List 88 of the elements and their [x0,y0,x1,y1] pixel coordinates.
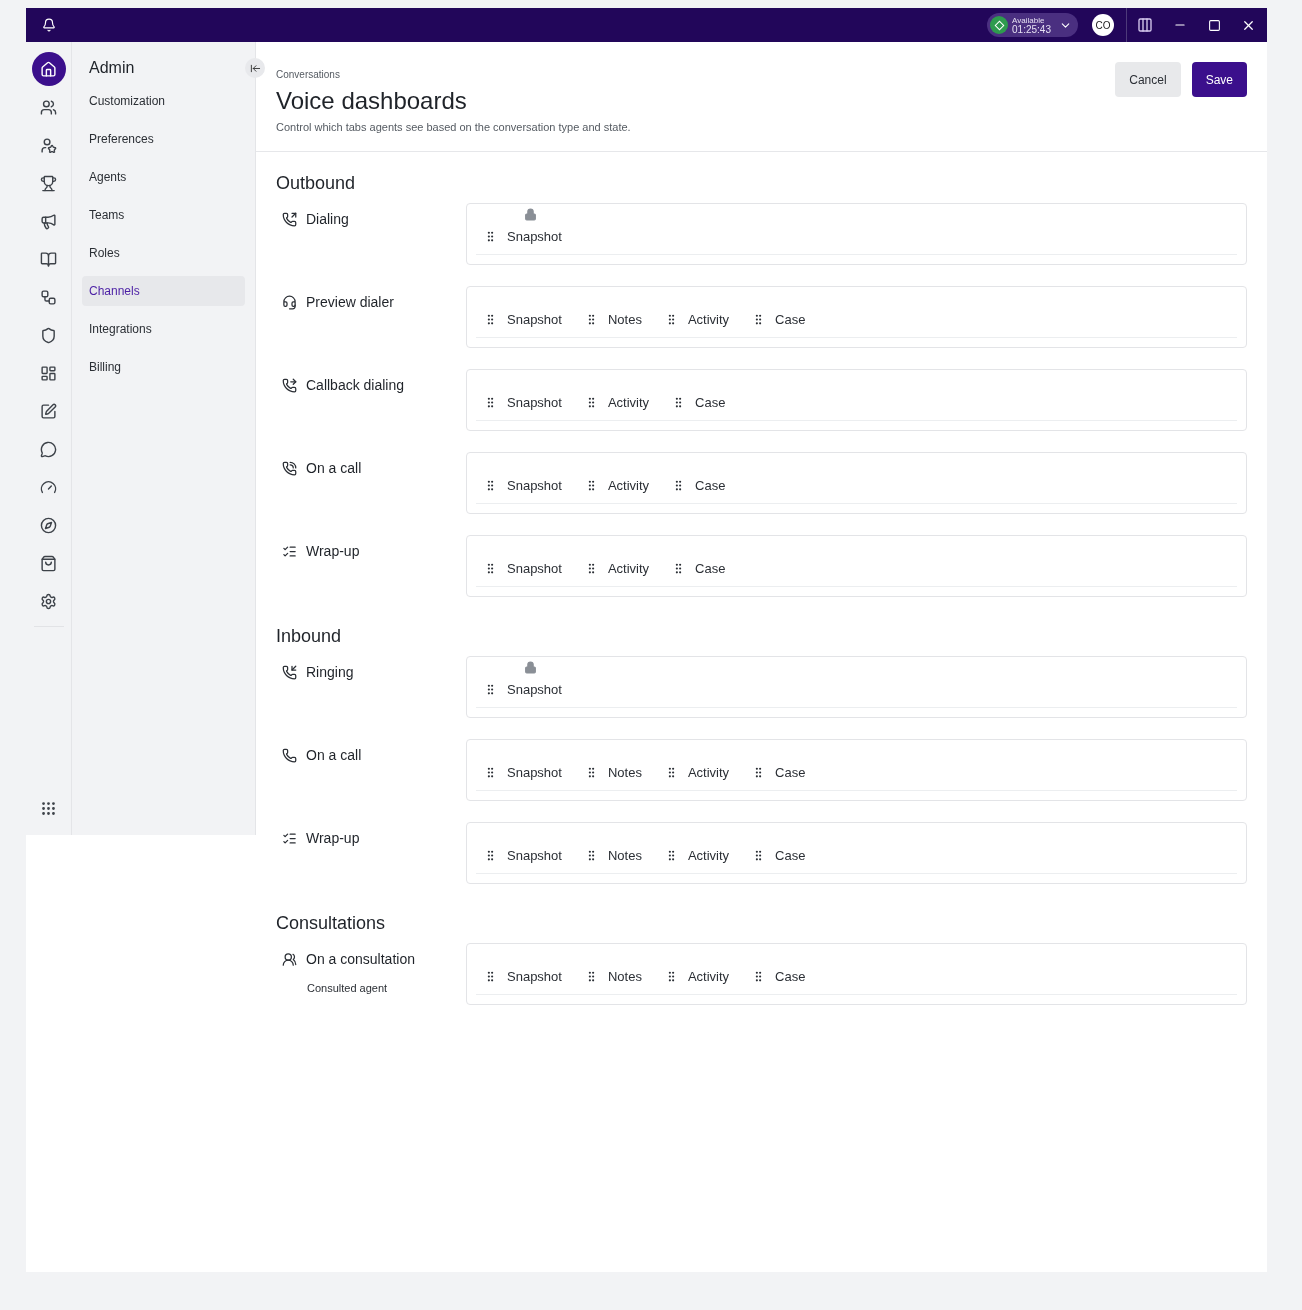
tab-label[interactable]: Notes [607,309,642,329]
collapse-button[interactable] [245,58,265,78]
status-timer: 01:25:43 [1012,25,1051,34]
state-label: Wrap-up [306,829,360,848]
sidebar-item[interactable]: Preferences [82,124,245,154]
bag-icon [40,554,57,572]
tab-label[interactable]: Snapshot [507,966,562,986]
tab-label[interactable]: Notes [607,845,642,865]
home-icon [40,60,57,78]
phone-call-icon [282,461,297,476]
tab-label[interactable]: Snapshot [507,762,562,782]
tab-label[interactable]: Activity [607,475,650,495]
cancel-button[interactable]: Cancel [1115,62,1181,97]
state-label: Preview dialer [306,293,394,312]
collapse-icon [249,62,261,74]
tab-label[interactable]: Snapshot [507,558,562,578]
state-label: Callback dialing [306,376,405,395]
sidebar-item[interactable]: Roles [82,238,245,268]
tab-label[interactable]: Activity [687,966,730,986]
tab-label[interactable]: Activity [607,392,650,412]
rail-item[interactable] [31,52,66,86]
sidebar-item[interactable]: Integrations [82,314,245,344]
flow-icon [40,288,57,306]
tab-label[interactable]: Activity [687,845,730,865]
tab-label[interactable]: Snapshot [507,679,562,699]
megaphone-icon [40,212,57,230]
page-title: Voice dashboards [276,86,468,116]
list-check-icon [282,831,297,846]
phone-outgoing-icon [282,212,297,227]
tab-label[interactable]: Case [775,966,806,986]
section-title: Inbound [276,625,343,647]
breadcrumb[interactable]: Conversations [276,67,1116,82]
page-description: Control which tabs agents see based on the conversation type and state. [276,120,632,135]
save-button[interactable]: Save [1191,62,1247,97]
people-icon [40,98,57,116]
bell-icon[interactable] [42,18,56,32]
status-button[interactable]: Available 01:25:43 [987,13,1078,37]
list-check-icon [282,544,297,559]
tab-label[interactable]: Case [775,309,806,329]
phone-incoming-icon [282,665,297,680]
state-label: On a call [306,746,362,765]
phone-icon [282,748,297,763]
people-icon [282,952,297,967]
state-label: Dialing [306,210,349,229]
tab-label[interactable]: Snapshot [507,475,562,495]
tab-label[interactable]: Snapshot [507,845,562,865]
shield-icon [40,326,57,344]
state-label: Ringing [306,663,354,682]
sidebar-item[interactable]: Agents [82,162,245,192]
sidebar-item[interactable]: Teams [82,200,245,230]
settings-icon [40,592,57,610]
user-avatar[interactable]: CO [1092,14,1114,36]
tab-label[interactable]: Snapshot [507,226,562,246]
panel-layout-icon[interactable] [1137,17,1153,33]
maximize-icon[interactable] [1208,18,1221,32]
sidebar-item[interactable]: Customization [82,86,245,116]
tab-label[interactable]: Case [695,392,726,412]
section-title: Outbound [276,172,357,194]
tab-label[interactable]: Activity [607,558,650,578]
apps-grid-icon[interactable] [40,800,57,817]
edit-icon [40,402,57,420]
state-label: Wrap-up [306,542,360,561]
state-label: On a consultation [306,950,415,969]
tab-label[interactable]: Activity [687,762,730,782]
tab-label[interactable]: Case [775,762,806,782]
tab-label[interactable]: Notes [607,762,642,782]
chat-icon [40,440,57,458]
tab-label[interactable]: Snapshot [507,392,562,412]
compass-icon [40,516,57,534]
tab-label[interactable]: Case [695,475,726,495]
tab-label[interactable]: Notes [607,966,642,986]
sidebar-item[interactable]: Billing [82,352,245,382]
gauge-icon [40,478,57,496]
tab-label[interactable]: Case [775,845,806,865]
status-label: Available [1012,16,1046,25]
tab-label[interactable]: Activity [687,309,730,329]
tab-label[interactable]: Case [695,558,726,578]
headset-icon [282,295,297,310]
state-sublabel: Consulted agent [307,981,389,996]
tab-label[interactable]: Snapshot [507,309,562,329]
dashboard-icon [40,364,57,382]
section-title: Consultations [276,912,387,934]
sidebar-item[interactable]: Channels [82,276,245,306]
trophy-icon [40,174,57,192]
state-label: On a call [306,459,362,478]
book-icon [40,250,57,268]
people-star-icon [40,136,57,154]
sidebar-title: Admin [88,58,136,78]
